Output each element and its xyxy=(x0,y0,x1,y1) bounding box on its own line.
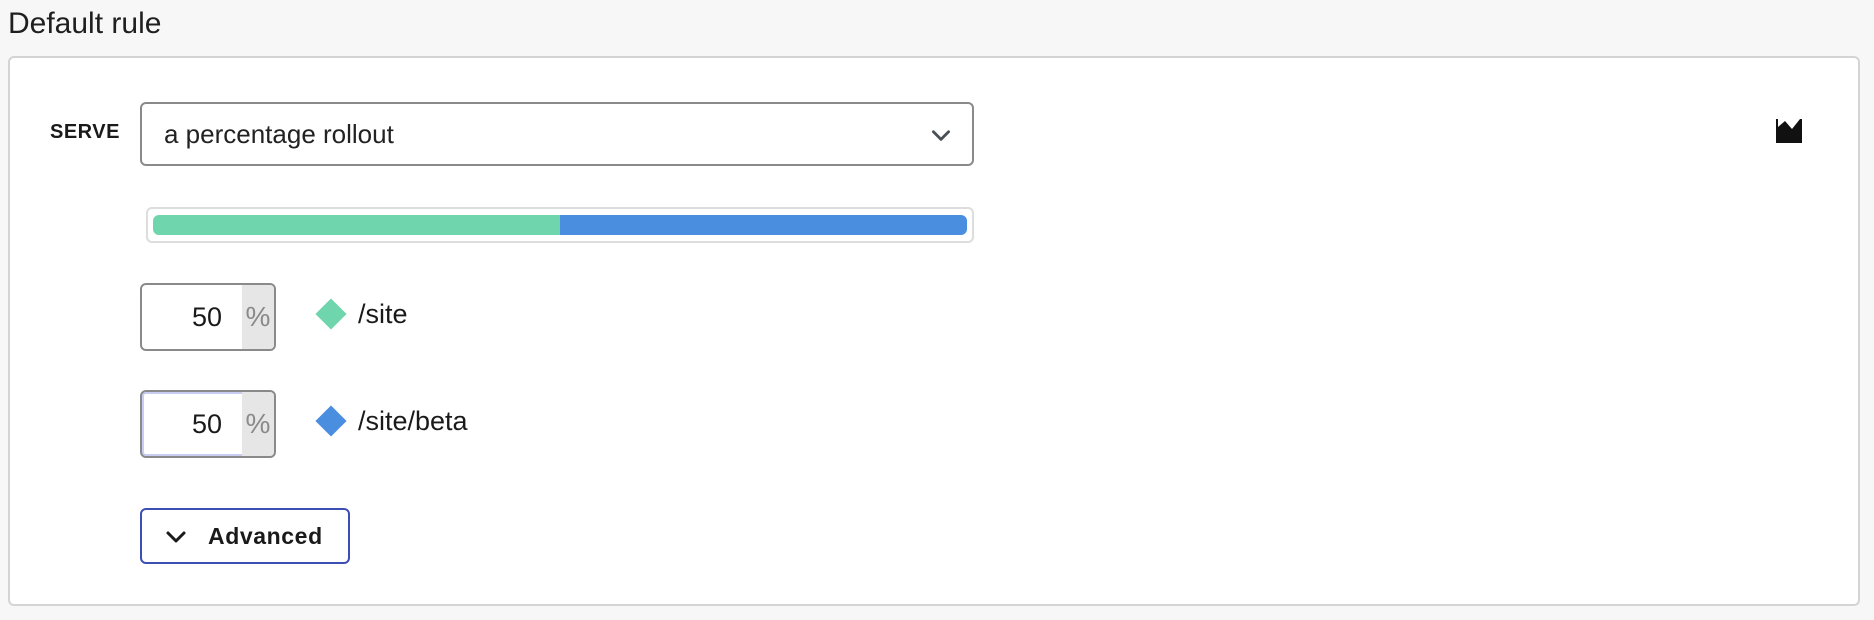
percent-input[interactable] xyxy=(142,392,242,456)
rollout-bar-segment xyxy=(560,215,967,235)
advanced-label: Advanced xyxy=(208,523,323,549)
area-chart-icon[interactable] xyxy=(1774,117,1804,145)
variation-label: /site/beta xyxy=(358,406,468,436)
percent-input[interactable] xyxy=(142,285,242,349)
serve-select-value: a percentage rollout xyxy=(164,119,394,149)
serve-label: SERVE xyxy=(50,121,120,143)
advanced-toggle-button[interactable]: Advanced xyxy=(140,508,350,564)
section-title: Default rule xyxy=(8,7,162,40)
chevron-down-icon xyxy=(932,130,950,141)
percent-suffix: % xyxy=(242,392,274,456)
rollout-bar-segment xyxy=(153,215,560,235)
chevron-down-icon xyxy=(166,531,186,543)
rollout-distribution-bar xyxy=(146,207,974,243)
percent-suffix: % xyxy=(242,285,274,349)
percent-field[interactable]: % xyxy=(140,283,276,351)
percent-field[interactable]: % xyxy=(140,390,276,458)
serve-select[interactable]: a percentage rollout xyxy=(140,102,974,166)
rollout-bar-track xyxy=(153,215,967,235)
variation-label: /site xyxy=(358,299,408,329)
